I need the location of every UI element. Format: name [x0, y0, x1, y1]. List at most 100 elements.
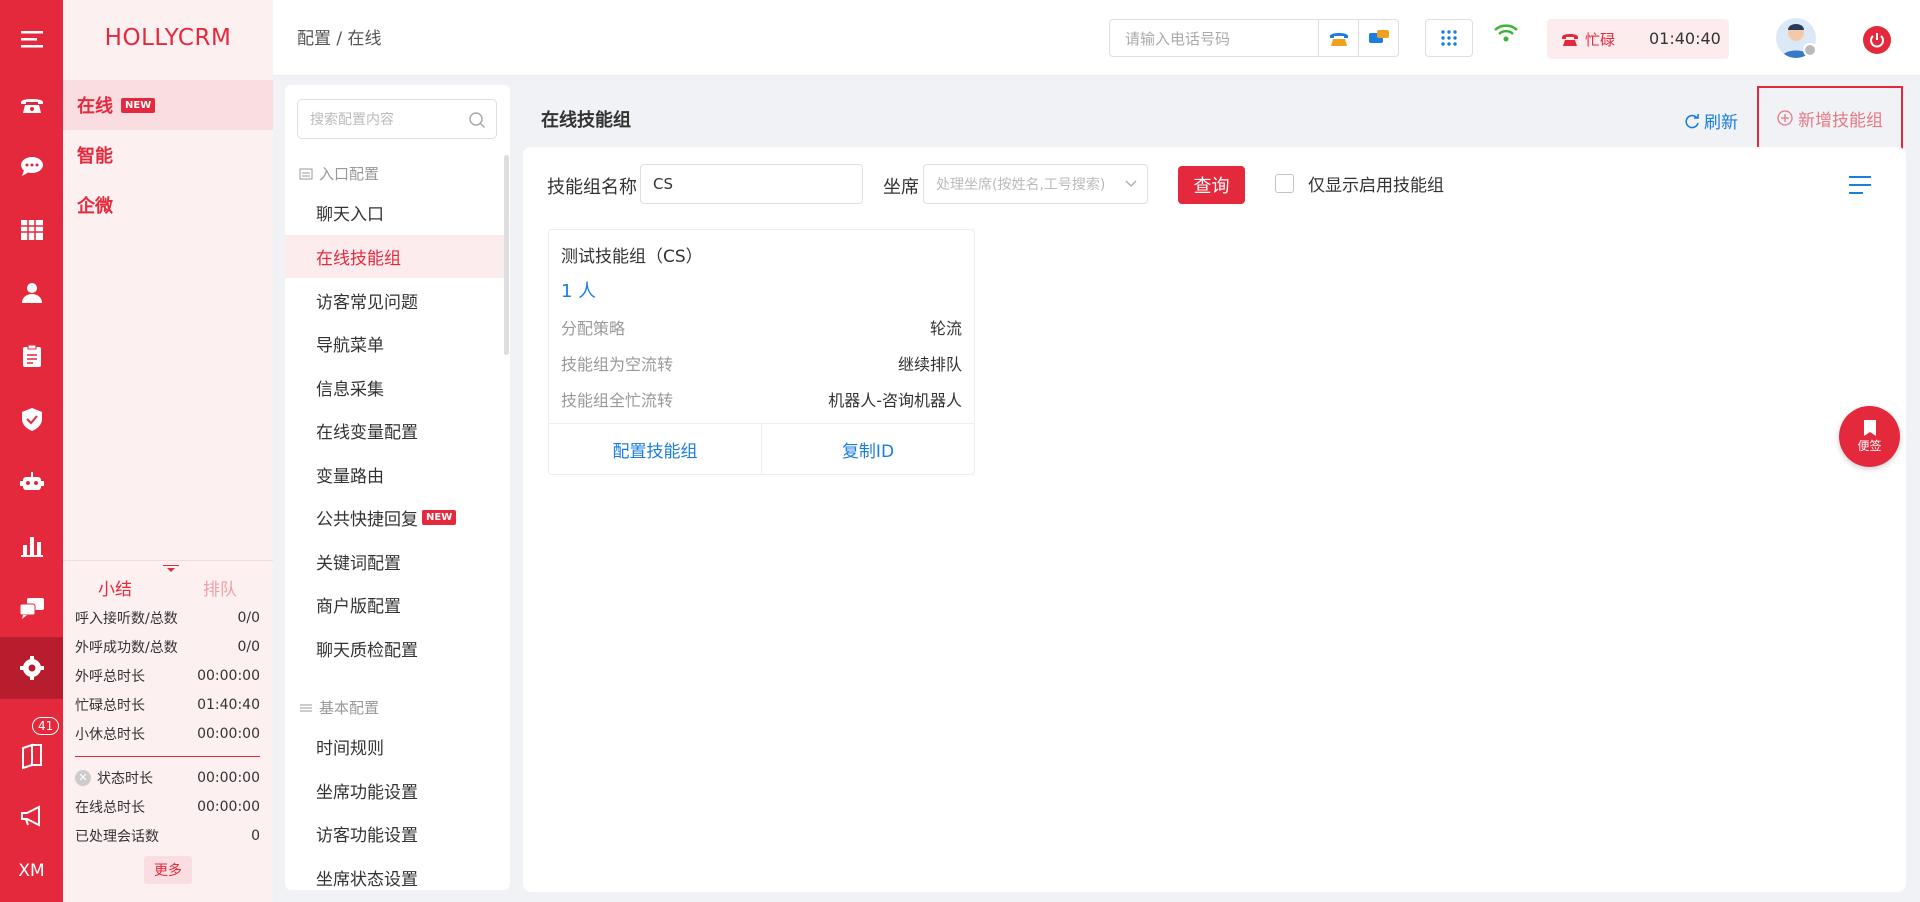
book-icon[interactable]: 41	[0, 717, 63, 787]
menu-item-online-variables[interactable]: 在线变量配置	[285, 409, 505, 452]
menu-item-online-skill-group[interactable]: 在线技能组	[285, 235, 505, 278]
avatar-status-icon	[1803, 43, 1817, 57]
card-row: 技能组全忙流转 机器人-咨询机器人	[561, 391, 962, 410]
status-timer: 01:40:40	[1649, 29, 1721, 48]
only-enabled-checkbox[interactable]	[1275, 174, 1294, 193]
menu-item-keywords[interactable]: 关键词配置	[285, 540, 505, 583]
power-icon[interactable]	[1863, 26, 1891, 54]
section-entry-config: 入口配置	[299, 163, 379, 184]
card-row: 分配策略 轮流	[561, 319, 962, 338]
page-title: 在线技能组	[541, 110, 631, 131]
chat-icon[interactable]	[0, 136, 63, 198]
megaphone-icon[interactable]	[0, 785, 63, 847]
stats-panel: 小结 排队 呼入接听数/总数 0/0 外呼成功数/总数 0/0 外呼总时长 00:00…	[63, 560, 273, 884]
notification-badge: 41	[32, 717, 60, 735]
phone-input[interactable]: 请输入电话号码	[1110, 28, 1318, 49]
skill-group-name-label: 技能组名称	[547, 177, 637, 198]
agent-select[interactable]: 处理坐席(按姓名,工号搜索)	[923, 164, 1148, 204]
collapse-caret-icon[interactable]	[163, 565, 179, 573]
menu-item-chat-qc[interactable]: 聊天质检配置	[285, 627, 505, 670]
message-icon[interactable]	[1358, 20, 1398, 56]
menu-item-visitor-settings[interactable]: 访客功能设置	[285, 812, 505, 855]
top-bar: 配置 / 在线 请输入电话号码 忙碌 01:40:40	[273, 0, 1920, 76]
list-view-icon[interactable]	[1848, 175, 1872, 195]
menu-item-quick-reply[interactable]: 公共快捷回复 NEW	[285, 496, 505, 539]
new-badge: NEW	[422, 510, 457, 525]
menu-item-info-collect[interactable]: 信息采集	[285, 366, 505, 409]
chevron-down-icon	[1125, 180, 1137, 187]
grid-icon[interactable]	[0, 199, 63, 261]
add-skill-group-button[interactable]: 新增技能组	[1757, 86, 1903, 150]
skill-group-name-input[interactable]: CS	[640, 164, 863, 204]
tab-summary[interactable]: 小结	[98, 575, 132, 600]
stat-row: 已处理会话数 0	[75, 827, 260, 845]
stat-row: 呼入接听数/总数 0/0	[75, 609, 260, 627]
add-circle-icon	[1777, 110, 1793, 126]
shield-icon[interactable]	[0, 388, 63, 450]
config-skill-group-button[interactable]: 配置技能组	[549, 424, 762, 474]
section-icon	[300, 704, 312, 711]
menu-scrollbar[interactable]	[504, 155, 509, 355]
module-panel: HOLLYCRM 在线 NEW 智能 企微 小结 排队 呼入接听数/总数 0/0 外…	[63, 0, 273, 902]
section-icon	[299, 168, 313, 179]
nav-online[interactable]: 在线 NEW	[63, 80, 273, 130]
menu-item-chat-entry[interactable]: 聊天入口	[285, 191, 505, 234]
stat-row: 外呼成功数/总数 0/0	[75, 638, 260, 656]
app-logo: HOLLYCRM	[104, 25, 232, 51]
stat-row: 小休总时长 00:00:00	[75, 725, 260, 743]
menu-item-agent-settings[interactable]: 坐席功能设置	[285, 769, 505, 812]
card-row: 技能组为空流转 继续排队	[561, 355, 962, 374]
agent-label: 坐席	[883, 177, 919, 198]
bookmark-icon	[1863, 420, 1876, 436]
stat-row: ✕ 状态时长 00:00:00	[63, 763, 273, 792]
comments-icon[interactable]	[0, 577, 63, 639]
user-icon[interactable]	[0, 262, 63, 324]
menu-icon[interactable]	[0, 8, 63, 70]
menu-item-nav-menu[interactable]: 导航菜单	[285, 322, 505, 365]
sticky-note-button[interactable]: 便签	[1839, 406, 1900, 467]
settings-icon[interactable]	[0, 637, 63, 699]
busy-phone-icon	[1562, 34, 1578, 46]
bar-chart-icon[interactable]	[0, 514, 63, 576]
skill-group-card: 测试技能组（CS） 1 人 分配策略 轮流 技能组为空流转 继续排队 技能组全忙流转…	[548, 229, 975, 475]
new-badge: NEW	[121, 97, 156, 113]
breadcrumb: 配置 / 在线	[297, 29, 382, 49]
stat-row: 在线总时长 00:00:00	[75, 798, 260, 816]
section-basic-config: 基本配置	[299, 697, 379, 718]
refresh-button[interactable]: 刷新	[1684, 108, 1738, 133]
menu-item-merchant[interactable]: 商户版配置	[285, 583, 505, 626]
more-button[interactable]: 更多	[144, 856, 192, 884]
search-config-input[interactable]: 搜索配置内容	[297, 99, 497, 139]
only-enabled-label[interactable]: 仅显示启用技能组	[1308, 171, 1444, 196]
robot-icon[interactable]	[0, 451, 63, 513]
config-menu: 搜索配置内容 入口配置 聊天入口 在线技能组 访客常见问题 导航菜单 信息采集 …	[285, 85, 510, 890]
nav-smart[interactable]: 智能	[63, 130, 273, 180]
stat-row: 外呼总时长 00:00:00	[75, 667, 260, 685]
phone-icon[interactable]	[0, 73, 63, 135]
phone-dial-box: 请输入电话号码	[1109, 19, 1399, 57]
tab-queue[interactable]: 排队	[203, 575, 237, 600]
stat-row: 忙碌总时长 01:40:40	[75, 696, 260, 714]
status-close-icon: ✕	[75, 769, 91, 786]
content-area: 技能组名称 CS 坐席 处理坐席(按姓名,工号搜索) 查询 仅显示启用技能组 测…	[523, 147, 1906, 892]
user-initials[interactable]: XM	[0, 840, 63, 902]
status-busy[interactable]: 忙碌 01:40:40	[1547, 19, 1729, 59]
refresh-icon	[1685, 113, 1699, 128]
status-label: 忙碌	[1585, 30, 1616, 49]
clipboard-icon[interactable]	[0, 325, 63, 387]
apps-grid-icon[interactable]	[1425, 19, 1473, 57]
menu-item-agent-status[interactable]: 坐席状态设置	[285, 856, 505, 890]
menu-item-variable-routing[interactable]: 变量路由	[285, 453, 505, 496]
nav-wecom[interactable]: 企微	[63, 180, 273, 230]
search-icon	[469, 112, 486, 129]
menu-item-time-rules[interactable]: 时间规则	[285, 725, 505, 768]
icon-rail: 41 XM	[0, 0, 63, 902]
member-count[interactable]: 1 人	[561, 277, 596, 303]
query-button[interactable]: 查询	[1178, 166, 1245, 204]
copy-id-button[interactable]: 复制ID	[762, 424, 974, 474]
wifi-icon	[1494, 24, 1518, 42]
card-title: 测试技能组（CS）	[561, 247, 703, 267]
divider	[75, 756, 260, 757]
dial-phone-icon[interactable]	[1318, 20, 1358, 56]
menu-item-visitor-faq[interactable]: 访客常见问题	[285, 279, 505, 322]
